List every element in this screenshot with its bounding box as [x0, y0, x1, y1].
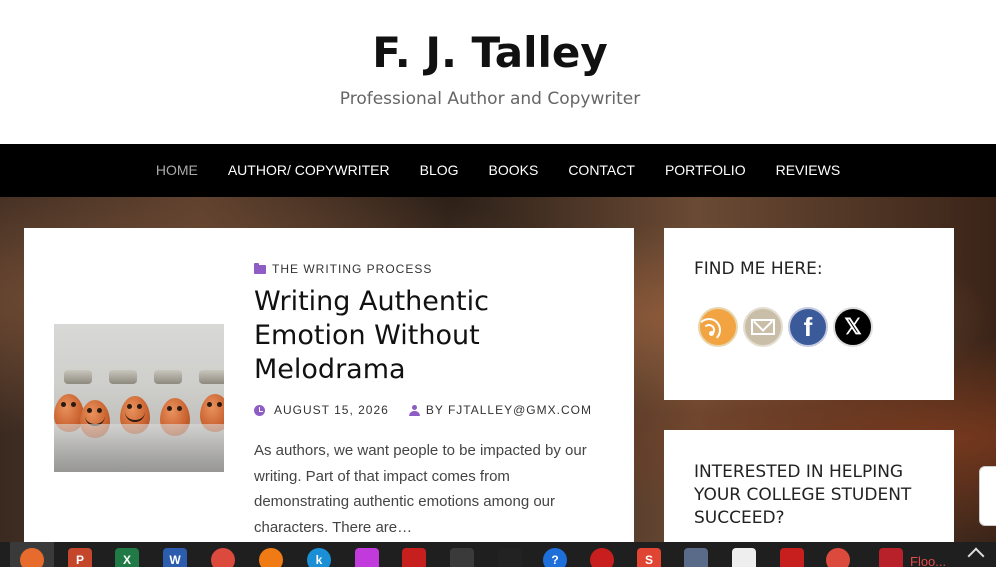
- nav-item-author-copywriter[interactable]: AUTHOR/ COPYWRITER: [213, 144, 405, 197]
- jar-cap: [199, 370, 224, 384]
- egg-tray: [54, 424, 224, 472]
- floating-side-tab[interactable]: [979, 466, 996, 526]
- nav-item-portfolio[interactable]: PORTFOLIO: [650, 144, 761, 197]
- nav-item-blog[interactable]: BLOG: [405, 144, 474, 197]
- taskbar-chrome-icon[interactable]: [211, 548, 235, 567]
- nav-item-reviews[interactable]: REVIEWS: [761, 144, 856, 197]
- post-thumbnail[interactable]: [54, 324, 224, 472]
- taskbar-media-icon[interactable]: [498, 548, 522, 567]
- site-tagline: Professional Author and Copywriter: [339, 89, 641, 109]
- taskbar-chrome-icon-2[interactable]: [826, 548, 850, 567]
- taskbar-rocket-icon[interactable]: [684, 548, 708, 567]
- post-excerpt: As authors, we want people to be impacte…: [254, 442, 587, 536]
- site-title[interactable]: F. J. Talley: [0, 28, 980, 77]
- nav-item-home[interactable]: HOME: [141, 144, 213, 197]
- taskbar-app-label[interactable]: Floo...: [910, 554, 946, 567]
- taskbar-calculator-icon[interactable]: [450, 548, 474, 567]
- taskbar-acrobat-icon[interactable]: [402, 548, 426, 567]
- social-icons: f 𝕏: [697, 307, 873, 347]
- jar-cap: [64, 370, 92, 384]
- chevron-up-icon[interactable]: [967, 547, 985, 565]
- windows-taskbar: Floo... P X Wk? S: [0, 542, 996, 567]
- post-author[interactable]: BY FJTALLEY@GMX.COM: [426, 403, 592, 417]
- taskbar-firefox-icon[interactable]: [20, 548, 44, 567]
- post-title[interactable]: Writing Authentic Emotion Without Melodr…: [254, 285, 594, 387]
- taskbar-audible-icon[interactable]: [259, 548, 283, 567]
- jar-cap: [109, 370, 137, 384]
- taskbar-s-app-icon[interactable]: S: [637, 548, 661, 567]
- user-icon: [408, 404, 420, 416]
- find-me-widget: FIND ME HERE: f 𝕏: [664, 228, 954, 400]
- category-label[interactable]: THE WRITING PROCESS: [272, 262, 432, 276]
- post-category[interactable]: THE WRITING PROCESS: [254, 262, 432, 276]
- rss-icon[interactable]: [697, 307, 738, 347]
- clock-icon: [254, 404, 265, 416]
- main-nav: HOME AUTHOR/ COPYWRITER BLOG BOOKS CONTACT PO…: [0, 144, 996, 197]
- taskbar-word-icon[interactable]: W: [163, 548, 187, 567]
- taskbar-acrobat-icon-2[interactable]: [780, 548, 804, 567]
- nav-item-contact[interactable]: CONTACT: [553, 144, 650, 197]
- taskbar-powerpoint-icon[interactable]: P: [68, 548, 92, 567]
- x-twitter-icon[interactable]: 𝕏: [833, 307, 873, 347]
- taskbar-flood-app-icon[interactable]: [879, 548, 903, 567]
- post-meta: AUGUST 15, 2026 BY FJTALLEY@GMX.COM: [254, 403, 592, 417]
- folder-icon: [254, 262, 266, 274]
- widget-title: INTERESTED IN HELPING YOUR COLLEGE STUDE…: [694, 462, 912, 528]
- taskbar-kindle-icon[interactable]: k: [307, 548, 331, 567]
- email-icon[interactable]: [743, 307, 783, 347]
- site-header: F. J. Talley Professional Author and Cop…: [0, 0, 996, 144]
- taskbar-notepad-icon[interactable]: [732, 548, 756, 567]
- taskbar-record-icon[interactable]: [590, 548, 614, 567]
- taskbar-help-icon[interactable]: ?: [543, 548, 567, 567]
- facebook-icon[interactable]: f: [788, 307, 828, 347]
- jar-cap: [154, 370, 182, 384]
- post-card: THE WRITING PROCESS Writing Authentic Em…: [24, 228, 634, 558]
- nav-item-books[interactable]: BOOKS: [474, 144, 554, 197]
- post-date[interactable]: AUGUST 15, 2026: [274, 403, 389, 417]
- taskbar-excel-icon[interactable]: X: [115, 548, 139, 567]
- taskbar-paint-icon[interactable]: [355, 548, 379, 567]
- widget-title: FIND ME HERE:: [694, 259, 823, 279]
